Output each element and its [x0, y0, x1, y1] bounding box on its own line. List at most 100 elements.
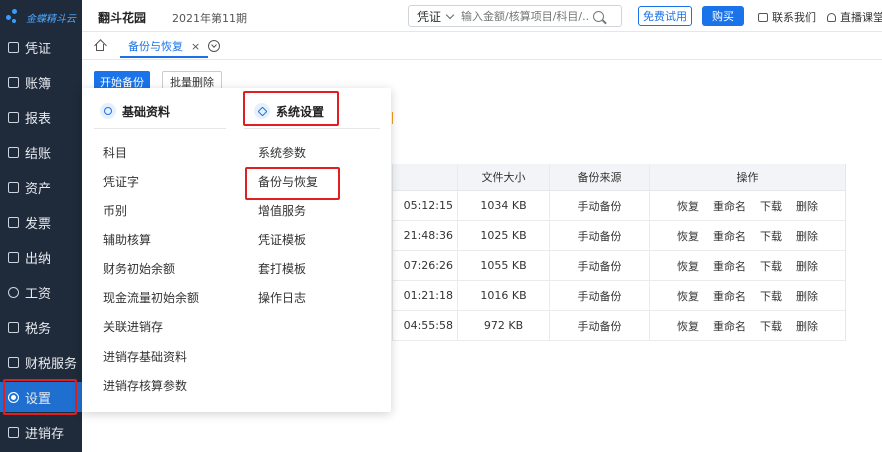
cashier-icon	[8, 251, 19, 263]
delete-button[interactable]: 删除	[796, 228, 818, 244]
chevron-down-icon	[445, 10, 455, 19]
backup-source: 手动备份	[549, 221, 649, 250]
search-type-label: 凭证	[417, 9, 442, 24]
live-class-label: 直播课堂	[840, 11, 882, 24]
divider	[244, 128, 380, 129]
menu-item-print-template[interactable]: 套打模板	[258, 260, 306, 278]
rename-button[interactable]: 重命名	[713, 198, 746, 214]
basic-data-header: 基础资料	[100, 100, 170, 122]
closing-icon	[8, 146, 19, 158]
sidebar-item-report[interactable]: 报表	[0, 102, 82, 132]
menu-item-account-subject[interactable]: 科目	[103, 144, 127, 162]
buy-button[interactable]: 购买	[702, 6, 744, 26]
download-button[interactable]: 下载	[760, 318, 782, 334]
menu-item-value-added-service[interactable]: 增值服务	[258, 202, 306, 220]
menu-item-inventory-basic-data[interactable]: 进销存基础资料	[103, 348, 187, 366]
contact-us-link[interactable]: 联系我们	[758, 9, 816, 25]
delete-button[interactable]: 删除	[796, 198, 818, 214]
column-header-size: 文件大小	[457, 164, 549, 190]
accounting-period: 2021年第11期	[172, 12, 247, 25]
download-button[interactable]: 下载	[760, 258, 782, 274]
rename-button[interactable]: 重命名	[713, 258, 746, 274]
contact-us-label: 联系我们	[772, 11, 816, 24]
divider	[94, 128, 226, 129]
menu-item-system-params[interactable]: 系统参数	[258, 144, 306, 162]
sidebar-item-cashier[interactable]: 出纳	[0, 242, 82, 272]
sidebar-item-label: 报表	[25, 111, 52, 127]
delete-button[interactable]: 删除	[796, 288, 818, 304]
search-type-select[interactable]: 凭证	[409, 8, 461, 25]
home-icon[interactable]	[93, 39, 107, 52]
free-trial-button[interactable]: 免费试用	[638, 6, 692, 26]
sidebar-item-label: 进销存	[25, 426, 65, 442]
tab-more-icon[interactable]	[208, 40, 220, 52]
backup-source: 手动备份	[549, 311, 649, 340]
sidebar-item-label: 财税服务	[25, 356, 78, 372]
sidebar-item-tax-service[interactable]: 财税服务	[0, 347, 82, 377]
rename-button[interactable]: 重命名	[713, 228, 746, 244]
menu-item-voucher-word[interactable]: 凭证字	[103, 173, 139, 191]
sidebar-item-inventory[interactable]: 进销存	[0, 417, 82, 447]
rename-button[interactable]: 重命名	[713, 318, 746, 334]
company-name[interactable]: 翻斗花园	[98, 9, 146, 26]
menu-item-link-inventory[interactable]: 关联进销存	[103, 318, 163, 336]
menu-item-inventory-cost-params[interactable]: 进销存核算参数	[103, 377, 187, 395]
backup-time: 01:21:18	[403, 289, 453, 302]
menu-item-currency[interactable]: 币别	[103, 202, 127, 220]
row-actions: 恢复 重命名 下载 删除	[649, 191, 845, 220]
restore-button[interactable]: 恢复	[677, 318, 699, 334]
basic-data-title: 基础资料	[122, 104, 171, 119]
backup-time: 05:12:15	[403, 199, 453, 212]
sidebar-item-salary[interactable]: 工资	[0, 277, 82, 307]
download-button[interactable]: 下载	[760, 288, 782, 304]
menu-item-backup-restore[interactable]: 备份与恢复	[258, 173, 318, 191]
live-class-link[interactable]: 直播课堂	[827, 9, 882, 25]
file-size: 1025 KB	[457, 221, 549, 250]
sidebar-item-label: 出纳	[25, 251, 52, 267]
rename-button[interactable]: 重命名	[713, 288, 746, 304]
user-icon	[827, 12, 836, 22]
logo: 金蝶精斗云	[0, 0, 82, 34]
sidebar-item-voucher[interactable]: 凭证	[0, 32, 82, 62]
sidebar-item-invoice[interactable]: 发票	[0, 207, 82, 237]
backup-time: 04:55:58	[403, 319, 453, 332]
restore-button[interactable]: 恢复	[677, 228, 699, 244]
tab-backup-restore[interactable]: 备份与恢复 ×	[120, 36, 209, 58]
menu-item-auxiliary-accounting[interactable]: 辅助核算	[103, 231, 151, 249]
row-actions: 恢复 重命名 下载 删除	[649, 281, 845, 310]
sidebar-item-ledger[interactable]: 账簿	[0, 67, 82, 97]
sidebar-item-label: 账簿	[25, 76, 52, 92]
menu-item-initial-balance[interactable]: 财务初始余额	[103, 260, 175, 278]
menu-item-voucher-template[interactable]: 凭证模板	[258, 231, 306, 249]
logo-icon	[6, 9, 22, 25]
backup-time: 07:26:26	[403, 259, 453, 272]
table-row: 01:21:18 1016 KB 手动备份 恢复 重命名 下载 删除	[393, 281, 845, 311]
logo-text: 金蝶精斗云	[26, 13, 76, 25]
close-icon[interactable]: ×	[191, 40, 200, 53]
search-icon[interactable]	[593, 10, 604, 22]
menu-item-operation-log[interactable]: 操作日志	[258, 289, 306, 307]
sidebar-item-closing[interactable]: 结账	[0, 137, 82, 167]
search-input[interactable]	[461, 9, 589, 23]
column-header-time	[393, 164, 457, 190]
sidebar-item-tax[interactable]: 税务	[0, 312, 82, 342]
restore-button[interactable]: 恢复	[677, 288, 699, 304]
delete-button[interactable]: 删除	[796, 318, 818, 334]
menu-item-cashflow-initial-balance[interactable]: 现金流量初始余额	[103, 289, 199, 307]
basic-data-icon	[100, 103, 116, 119]
file-size: 1016 KB	[457, 281, 549, 310]
sidebar: 金蝶精斗云 凭证 账簿 报表 结账 资产 发票 出纳 工资 税务 财税服务 设置…	[0, 0, 82, 452]
settings-dropdown-menu: 基础资料 系统设置 科目 凭证字 币别 辅助核算 财务初始余额 现金流量初始余额…	[82, 88, 391, 412]
download-button[interactable]: 下载	[760, 198, 782, 214]
row-actions: 恢复 重命名 下载 删除	[649, 311, 845, 340]
delete-button[interactable]: 删除	[796, 258, 818, 274]
ledger-icon	[8, 76, 19, 88]
restore-button[interactable]: 恢复	[677, 258, 699, 274]
sidebar-item-settings[interactable]: 设置	[0, 382, 82, 412]
message-icon	[758, 12, 768, 22]
sidebar-item-assets[interactable]: 资产	[0, 172, 82, 202]
tax-icon	[8, 321, 19, 333]
table-row: 07:26:26 1055 KB 手动备份 恢复 重命名 下载 删除	[393, 251, 845, 281]
restore-button[interactable]: 恢复	[677, 198, 699, 214]
download-button[interactable]: 下载	[760, 228, 782, 244]
